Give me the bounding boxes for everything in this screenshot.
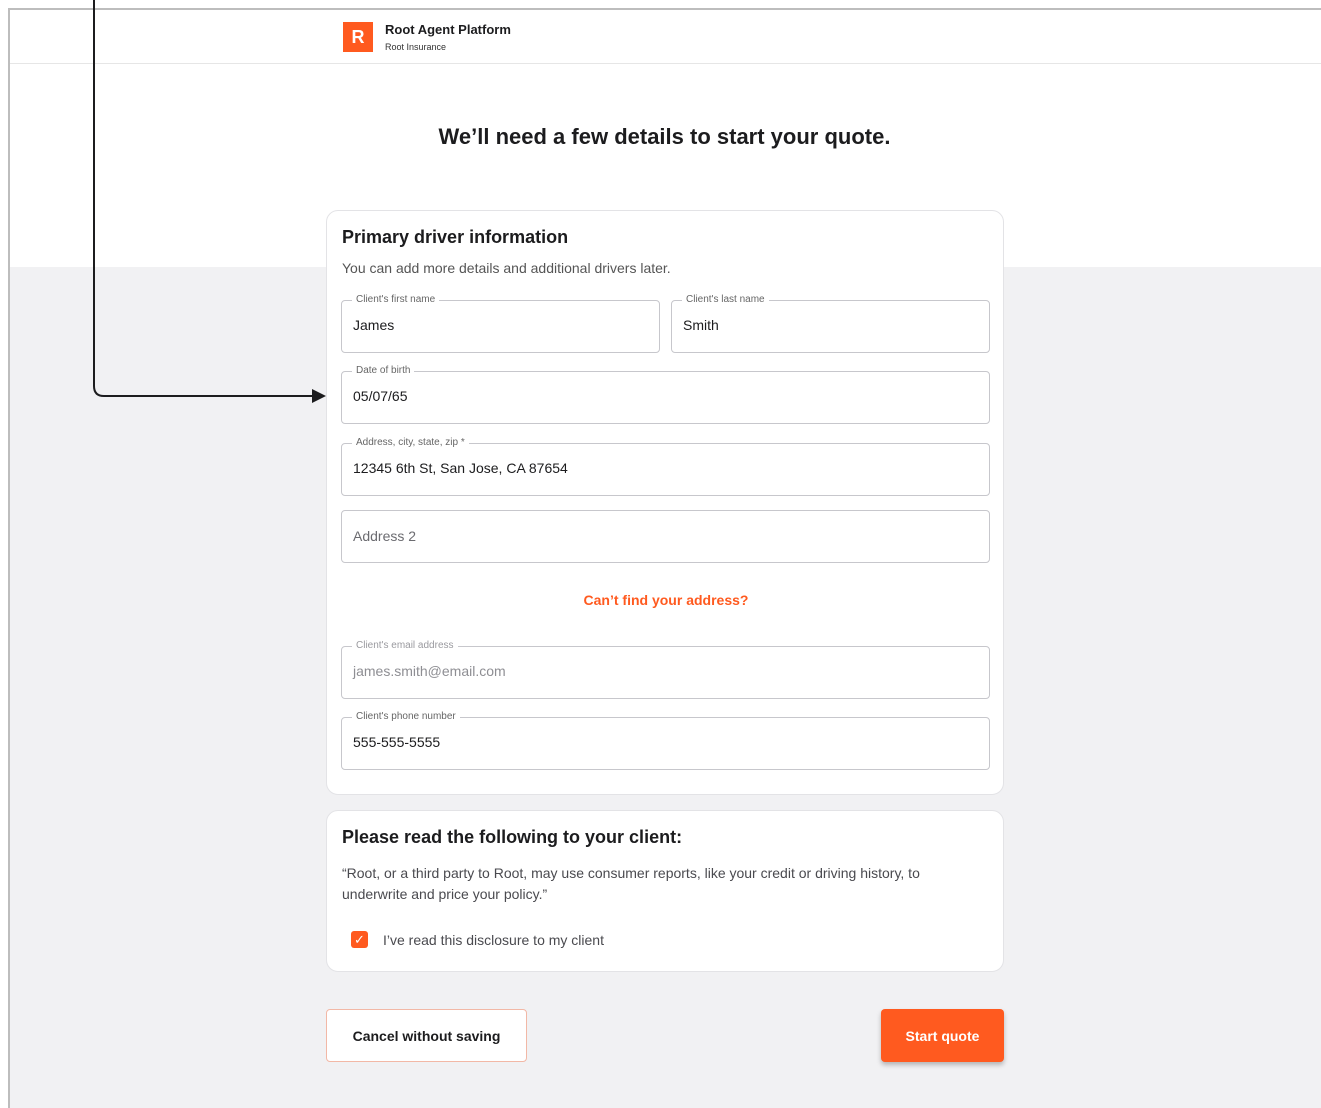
phone-value: 555-555-5555 xyxy=(353,734,441,750)
address-value: 12345 6th St, San Jose, CA 87654 xyxy=(353,460,568,476)
phone-field[interactable]: Client's phone number 555-555-5555 xyxy=(341,710,990,770)
dob-field[interactable]: Date of birth 05/07/65 xyxy=(341,364,990,424)
email-label: Client's email address xyxy=(352,639,458,653)
first-name-field[interactable]: Client's first name James xyxy=(341,293,660,353)
cant-find-address-link[interactable]: Can’t find your address? xyxy=(327,592,1005,608)
dob-value: 05/07/65 xyxy=(353,388,408,404)
driver-card-title: Primary driver information xyxy=(342,227,569,247)
last-name-label: Client's last name xyxy=(682,293,769,307)
root-logo[interactable]: R xyxy=(343,22,373,52)
company-name: Root Insurance xyxy=(385,42,447,52)
disclosure-card: Please read the following to your client… xyxy=(326,810,1004,972)
last-name-field[interactable]: Client's last name Smith xyxy=(671,293,990,353)
dob-label: Date of birth xyxy=(352,364,415,378)
address-label: Address, city, state, zip * xyxy=(352,436,469,450)
driver-card-subtitle: You can add more details and additional … xyxy=(342,260,671,276)
first-name-label: Client's first name xyxy=(352,293,440,307)
start-quote-button[interactable]: Start quote xyxy=(881,1009,1004,1062)
phone-label: Client's phone number xyxy=(352,710,460,724)
page-title: We’ll need a few details to start your q… xyxy=(10,124,1321,150)
page-title-text: We’ll need a few details to start your q… xyxy=(438,124,891,149)
primary-driver-card: Primary driver information You can add m… xyxy=(326,210,1004,795)
email-field[interactable]: Client's email address james.smith@email… xyxy=(341,639,990,699)
disclosure-text: “Root, or a third party to Root, may use… xyxy=(342,865,920,902)
checkmark-icon: ✓ xyxy=(354,931,365,947)
email-value: james.smith@email.com xyxy=(353,663,506,679)
top-bar: R Root Agent Platform Root Insurance xyxy=(10,10,1321,64)
last-name-value: Smith xyxy=(683,317,719,333)
browser-frame: R Root Agent Platform Root Insurance We’… xyxy=(8,8,1321,1108)
disclosure-checkbox-label[interactable]: I’ve read this disclosure to my client xyxy=(383,932,604,948)
disclosure-title: Please read the following to your client… xyxy=(342,827,683,847)
disclosure-checkbox[interactable]: ✓ xyxy=(351,931,368,948)
address-field[interactable]: Address, city, state, zip * 12345 6th St… xyxy=(341,436,990,496)
address2-field[interactable]: Address 2 xyxy=(341,510,990,563)
first-name-value: James xyxy=(353,317,395,333)
cancel-without-saving-button[interactable]: Cancel without saving xyxy=(326,1009,527,1062)
address2-placeholder: Address 2 xyxy=(353,528,417,544)
app-title: Root Agent Platform xyxy=(385,22,511,37)
